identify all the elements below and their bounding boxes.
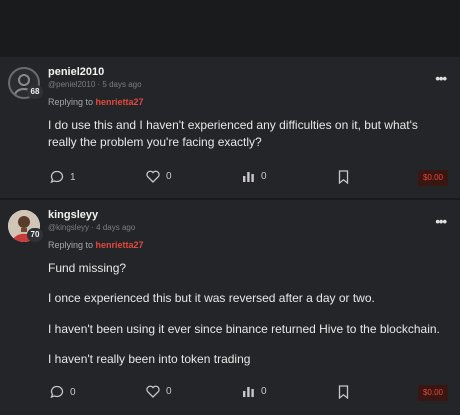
comment-button[interactable]: 0 xyxy=(50,385,76,399)
author-handle: @peniel2010 xyxy=(48,80,96,89)
comment-text: Fund missing? xyxy=(48,261,127,275)
more-options-button[interactable]: ••• xyxy=(435,71,447,86)
action-bar: 0 0 0 $0.00 xyxy=(0,385,460,405)
heart-icon xyxy=(146,385,160,398)
payout-badge[interactable]: $0.00 xyxy=(417,170,448,186)
payout-badge[interactable]: $0.00 xyxy=(417,385,448,401)
author-handle: @kingsleyy xyxy=(48,223,90,232)
upvote-button[interactable]: 0 xyxy=(146,170,172,183)
vote-count: 0 xyxy=(166,171,172,182)
comment-text: I haven't been using it ever since binan… xyxy=(48,322,440,336)
comment-card: 68 peniel2010 @peniel2010 · 5 days ago •… xyxy=(0,57,460,198)
post-time: 4 days ago xyxy=(96,223,136,232)
comment-count: 0 xyxy=(70,386,76,398)
comment-text: I haven't really been into token trading xyxy=(48,352,251,366)
post-meta: @kingsleyy · 4 days ago xyxy=(48,223,136,232)
stats-button[interactable]: 0 xyxy=(242,385,267,398)
replying-to: Replying to henrietta27 xyxy=(48,240,144,250)
post-time: 5 days ago xyxy=(102,80,142,89)
reply-target-link[interactable]: henrietta27 xyxy=(96,97,144,107)
upvote-button[interactable]: 0 xyxy=(146,385,172,398)
stats-count: 0 xyxy=(261,386,267,397)
bookmark-icon xyxy=(338,170,349,184)
bookmark-icon xyxy=(338,385,349,399)
heart-icon xyxy=(146,170,160,183)
reputation-badge: 70 xyxy=(27,228,43,242)
comment-icon xyxy=(50,170,64,184)
more-icon: ••• xyxy=(435,71,447,86)
stats-button[interactable]: 0 xyxy=(242,170,267,183)
comment-text: really the problem you're facing exactly… xyxy=(48,135,262,149)
comment-count: 1 xyxy=(70,171,76,183)
vote-count: 0 xyxy=(166,386,172,397)
replying-to: Replying to henrietta27 xyxy=(48,97,144,107)
post-meta: @peniel2010 · 5 days ago xyxy=(48,80,142,89)
more-options-button[interactable]: ••• xyxy=(435,214,447,229)
comment-button[interactable]: 1 xyxy=(50,170,76,184)
comment-icon xyxy=(50,385,64,399)
comment-text: I do use this and I haven't experienced … xyxy=(48,118,418,132)
reply-target-link[interactable]: henrietta27 xyxy=(96,240,144,250)
bar-chart-icon xyxy=(243,387,254,397)
reputation-badge: 68 xyxy=(27,85,43,99)
bar-chart-icon xyxy=(243,172,254,182)
bookmark-button[interactable] xyxy=(338,385,349,399)
top-bar xyxy=(0,0,460,57)
author-name[interactable]: kingsleyy xyxy=(48,209,98,221)
more-icon: ••• xyxy=(435,214,447,229)
comment-text: I once experienced this but it was rever… xyxy=(48,291,375,305)
comment-card: 70 kingsleyy @kingsleyy · 4 days ago •••… xyxy=(0,200,460,415)
author-name[interactable]: peniel2010 xyxy=(48,66,104,78)
bookmark-button[interactable] xyxy=(338,170,349,184)
action-bar: 1 0 0 $0.00 xyxy=(0,170,460,190)
stats-count: 0 xyxy=(261,171,267,182)
